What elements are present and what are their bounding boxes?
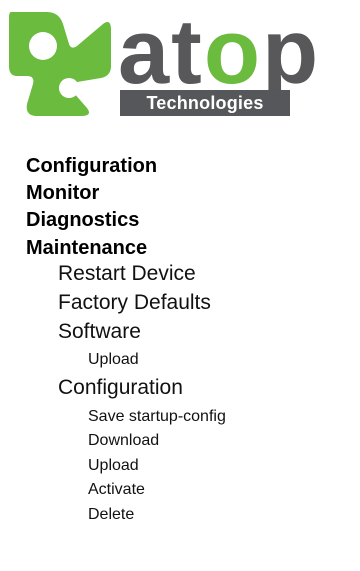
nav-maintenance[interactable]: Maintenance — [26, 237, 147, 260]
nav-software-upload[interactable]: Upload — [88, 351, 139, 369]
atop-logo-mark-icon — [9, 12, 111, 116]
atop-logo: atop Technologies — [0, 0, 360, 125]
nav-save-startup-config[interactable]: Save startup-config — [88, 408, 226, 426]
nav-download[interactable]: Download — [88, 432, 159, 450]
nav-restart-device[interactable]: Restart Device — [58, 262, 196, 286]
nav-software[interactable]: Software — [58, 320, 141, 344]
logo-subtitle: Technologies — [120, 90, 290, 116]
nav-activate[interactable]: Activate — [88, 481, 145, 499]
nav-monitor[interactable]: Monitor — [26, 182, 99, 205]
logo-wordmark: atop — [118, 1, 321, 103]
nav-configuration-upload[interactable]: Upload — [88, 457, 139, 475]
nav-configuration[interactable]: Configuration — [26, 155, 157, 178]
nav-delete[interactable]: Delete — [88, 506, 134, 524]
nav-factory-defaults[interactable]: Factory Defaults — [58, 291, 211, 315]
nav-configuration-sub[interactable]: Configuration — [58, 376, 183, 400]
nav-diagnostics[interactable]: Diagnostics — [26, 209, 139, 232]
